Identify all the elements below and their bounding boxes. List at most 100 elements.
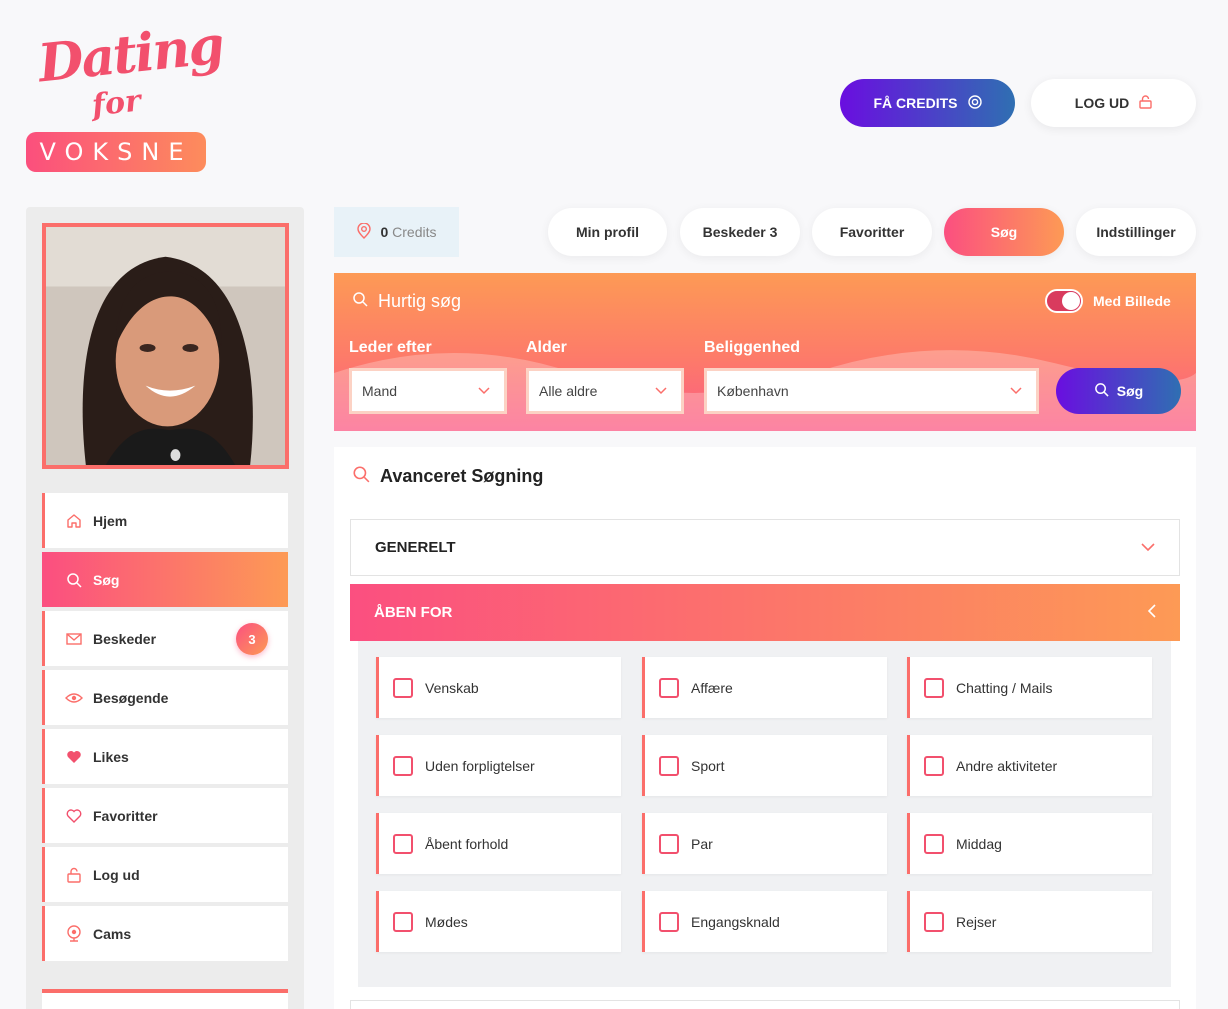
location-value: København bbox=[717, 383, 789, 399]
heart-outline-icon bbox=[65, 807, 83, 825]
option-checkbox[interactable]: Engangsknald bbox=[642, 891, 887, 952]
get-credits-button[interactable]: FÅ CREDITS bbox=[840, 79, 1015, 127]
quick-search-panel: Hurtig søg Med Billede Leder efter Alder… bbox=[334, 273, 1196, 431]
checkbox[interactable] bbox=[924, 911, 944, 932]
logo-text-voksne: VOKSNE bbox=[26, 132, 206, 172]
coin-icon bbox=[356, 221, 372, 242]
option-label: Engangsknald bbox=[691, 913, 780, 930]
looking-for-value: Mand bbox=[362, 383, 398, 399]
sidebar-item-label: Favoritter bbox=[93, 807, 158, 824]
sidebar-item-visitors[interactable]: Besøgende bbox=[42, 670, 288, 725]
sidebar: Hjem Søg Beskeder 3 Besøgende Likes Favo… bbox=[26, 207, 304, 1009]
search-icon bbox=[352, 291, 368, 312]
checkbox[interactable] bbox=[393, 677, 413, 698]
sidebar-item-label: Log ud bbox=[93, 866, 140, 883]
with-photo-toggle-wrap: Med Billede bbox=[1045, 289, 1171, 313]
option-checkbox[interactable]: Uden forpligtelser bbox=[376, 735, 621, 796]
checkbox[interactable] bbox=[659, 833, 679, 854]
location-label: Beliggenhed bbox=[704, 339, 801, 356]
option-checkbox[interactable]: Andre aktiviteter bbox=[907, 735, 1152, 796]
accordion-open-for[interactable]: ÅBEN FOR bbox=[350, 584, 1180, 641]
option-label: Åbent forhold bbox=[425, 835, 509, 852]
checkbox[interactable] bbox=[924, 755, 944, 776]
option-checkbox[interactable]: Par bbox=[642, 813, 887, 874]
logout-label: LOG UD bbox=[1074, 95, 1130, 111]
checkbox[interactable] bbox=[659, 755, 679, 776]
with-photo-toggle[interactable] bbox=[1045, 289, 1083, 313]
quick-search-button[interactable]: Søg bbox=[1056, 368, 1181, 414]
tab-settings[interactable]: Indstillinger bbox=[1076, 208, 1196, 256]
site-logo[interactable]: Dating for VOKSNE bbox=[26, 15, 225, 174]
quick-search-title-text: Hurtig søg bbox=[378, 291, 462, 311]
heart-filled-icon bbox=[65, 748, 83, 766]
tab-my-profile[interactable]: Min profil bbox=[548, 208, 667, 256]
quick-search-title: Hurtig søg bbox=[352, 291, 461, 312]
sidebar-bottom-card bbox=[42, 989, 288, 1009]
option-checkbox[interactable]: Mødes bbox=[376, 891, 621, 952]
option-label: Middag bbox=[956, 835, 1002, 852]
tab-search[interactable]: Søg bbox=[944, 208, 1064, 256]
tab-favorites[interactable]: Favoritter bbox=[812, 208, 932, 256]
sidebar-menu: Hjem Søg Beskeder 3 Besøgende Likes Favo… bbox=[42, 493, 288, 965]
checkbox[interactable] bbox=[393, 755, 413, 776]
sidebar-item-label: Cams bbox=[93, 925, 132, 942]
sidebar-item-label: Hjem bbox=[93, 512, 128, 529]
sidebar-item-likes[interactable]: Likes bbox=[42, 729, 288, 784]
location-select[interactable]: København bbox=[704, 368, 1039, 414]
logout-button[interactable]: LOG UD bbox=[1031, 79, 1196, 127]
option-label: Rejser bbox=[956, 913, 997, 930]
accordion-general-label: GENERELT bbox=[375, 539, 456, 556]
checkbox[interactable] bbox=[924, 677, 944, 698]
sidebar-item-logout[interactable]: Log ud bbox=[42, 847, 288, 902]
search-icon bbox=[1094, 382, 1109, 400]
checkbox[interactable] bbox=[393, 833, 413, 854]
option-label: Uden forpligtelser bbox=[425, 757, 535, 774]
credits-balance: 0 Credits bbox=[334, 207, 459, 257]
credits-count: 0 bbox=[380, 224, 389, 240]
sidebar-item-label: Likes bbox=[93, 748, 129, 765]
option-checkbox[interactable]: Åbent forhold bbox=[376, 813, 621, 874]
lock-icon bbox=[1139, 94, 1152, 112]
sidebar-item-label: Søg bbox=[93, 571, 120, 588]
chevron-left-icon bbox=[1147, 603, 1156, 622]
looking-for-label: Leder efter bbox=[349, 339, 432, 356]
looking-for-select[interactable]: Mand bbox=[349, 368, 507, 414]
option-label: Sport bbox=[691, 757, 725, 774]
option-label: Andre aktiviteter bbox=[956, 757, 1058, 774]
option-label: Mødes bbox=[425, 913, 468, 930]
option-label: Affære bbox=[691, 679, 733, 696]
option-label: Chatting / Mails bbox=[956, 679, 1053, 696]
checkbox[interactable] bbox=[393, 911, 413, 932]
tab-messages[interactable]: Beskeder 3 bbox=[680, 208, 800, 256]
quick-search-button-label: Søg bbox=[1116, 383, 1144, 399]
sidebar-item-favorites[interactable]: Favoritter bbox=[42, 788, 288, 843]
chevron-down-icon bbox=[478, 387, 490, 395]
sidebar-item-label: Beskeder bbox=[93, 630, 157, 647]
sidebar-item-label: Besøgende bbox=[93, 689, 169, 706]
open-for-options: Venskab Affære Chatting / Mails Uden for… bbox=[358, 641, 1171, 987]
sidebar-item-home[interactable]: Hjem bbox=[42, 493, 288, 548]
option-checkbox[interactable]: Middag bbox=[907, 813, 1152, 874]
checkbox[interactable] bbox=[659, 911, 679, 932]
home-icon bbox=[65, 512, 83, 530]
sidebar-item-cams[interactable]: Cams bbox=[42, 906, 288, 961]
sidebar-item-search[interactable]: Søg bbox=[42, 552, 288, 607]
accordion-open-for-label: ÅBEN FOR bbox=[374, 604, 453, 621]
checkbox[interactable] bbox=[924, 833, 944, 854]
option-checkbox[interactable]: Sport bbox=[642, 735, 887, 796]
checkbox[interactable] bbox=[659, 677, 679, 698]
accordion-general[interactable]: GENERELT bbox=[350, 519, 1180, 576]
age-select[interactable]: Alle aldre bbox=[526, 368, 684, 414]
messages-count-badge: 3 bbox=[236, 623, 268, 655]
chevron-down-icon bbox=[655, 387, 667, 395]
option-checkbox[interactable]: Affære bbox=[642, 657, 887, 718]
option-checkbox[interactable]: Venskab bbox=[376, 657, 621, 718]
option-label: Par bbox=[691, 835, 713, 852]
option-checkbox[interactable]: Rejser bbox=[907, 891, 1152, 952]
profile-photo[interactable] bbox=[42, 223, 289, 469]
option-checkbox[interactable]: Chatting / Mails bbox=[907, 657, 1152, 718]
mail-icon bbox=[65, 630, 83, 648]
next-accordion-edge bbox=[350, 1000, 1180, 1009]
search-icon bbox=[352, 465, 370, 488]
sidebar-item-messages[interactable]: Beskeder 3 bbox=[42, 611, 288, 666]
